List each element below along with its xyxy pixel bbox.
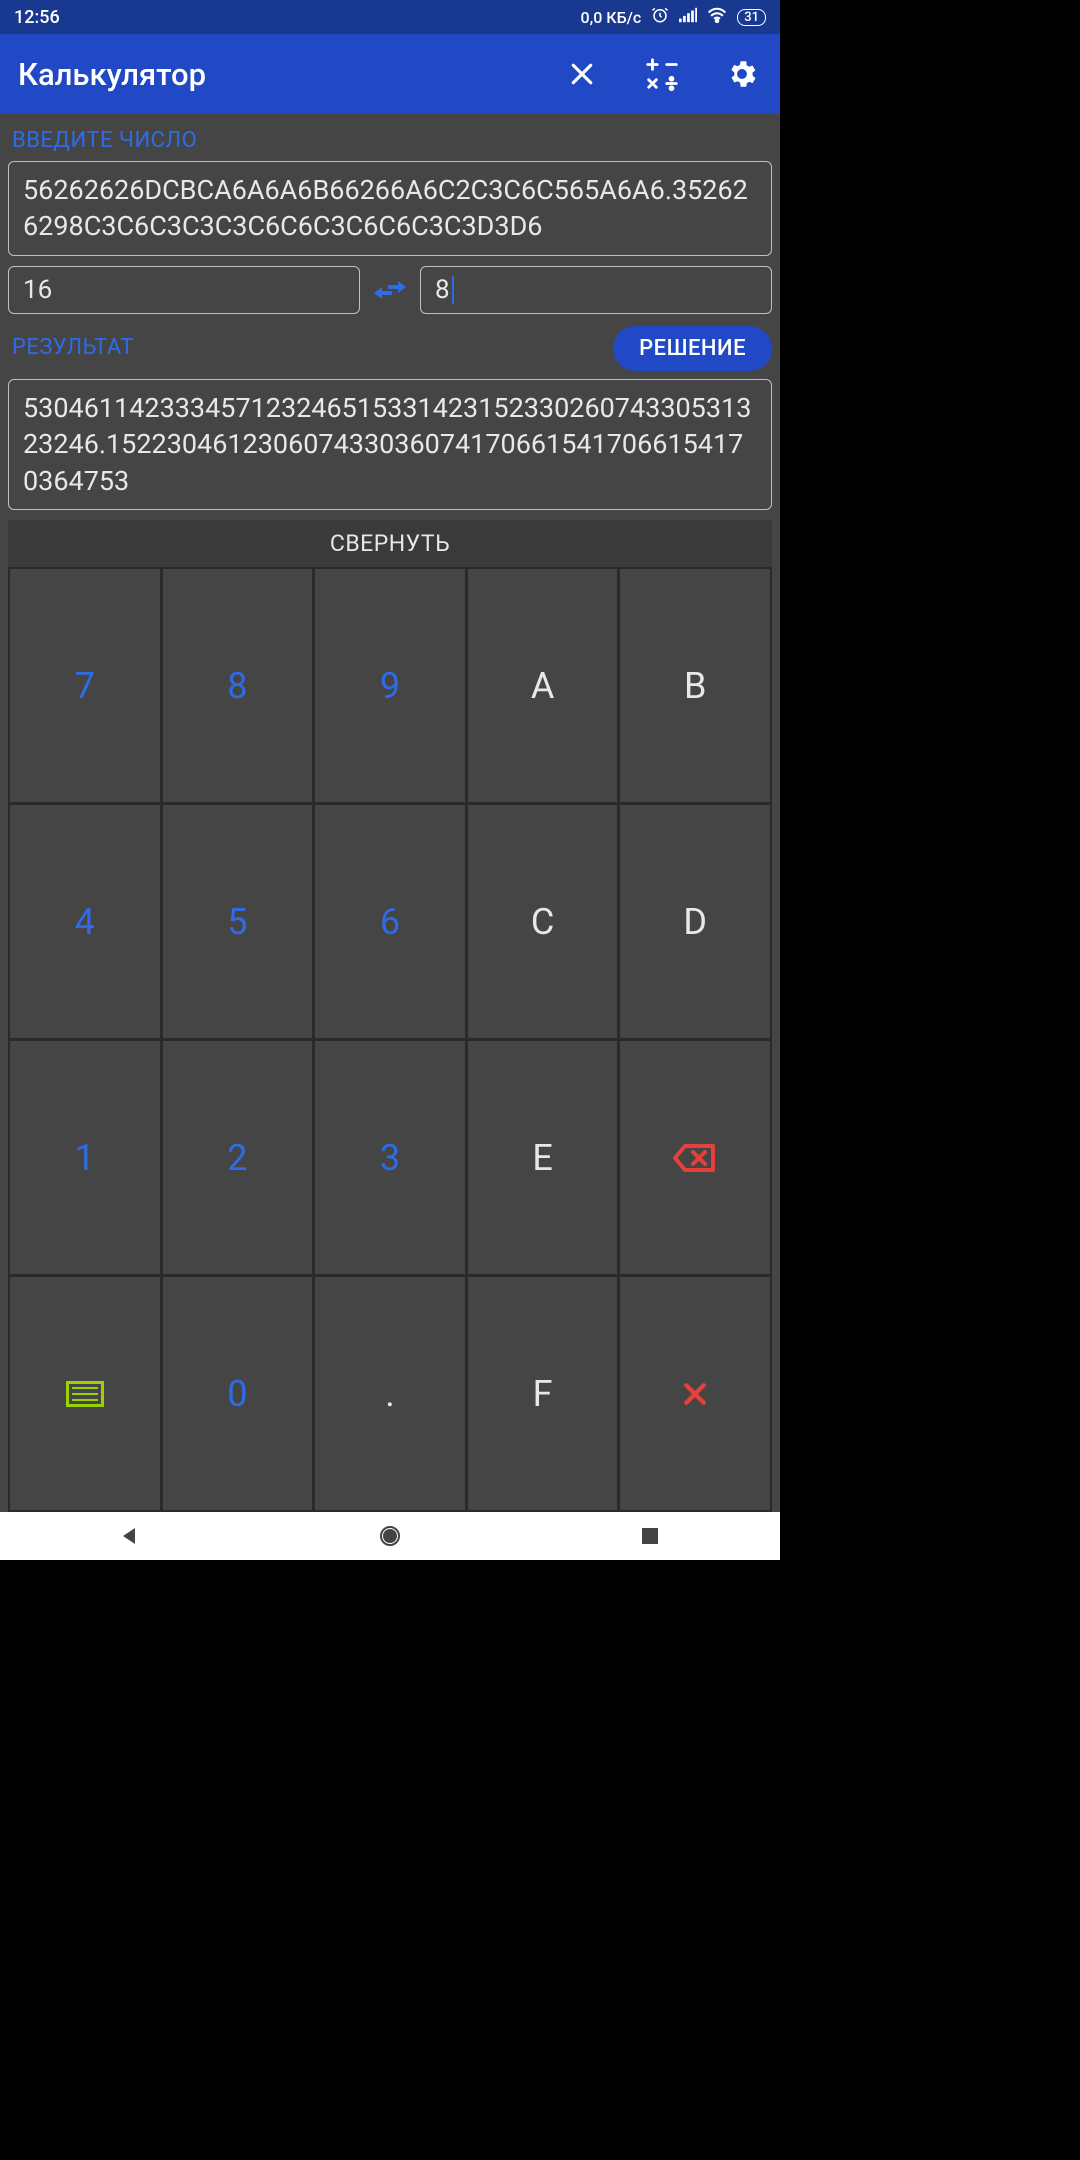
app-bar: Калькулятор [0, 34, 780, 114]
key-f[interactable]: F [468, 1277, 618, 1510]
key-7[interactable]: 7 [10, 569, 160, 802]
swap-icon[interactable] [370, 278, 410, 302]
base-from-value: 16 [23, 275, 52, 305]
number-input[interactable]: 56262626DCBCA6A6A6B66266A6C2C3C6C565A6A6… [8, 161, 772, 256]
base-to-value: 8 [435, 275, 450, 305]
keypad: 7 8 9 A B 4 5 6 C D 1 2 3 E 0 . F [8, 567, 772, 1512]
key-5[interactable]: 5 [163, 805, 313, 1038]
key-6[interactable]: 6 [315, 805, 465, 1038]
status-bar: 12:56 0,0 КБ/с 31 [0, 0, 780, 34]
key-9[interactable]: 9 [315, 569, 465, 802]
nav-recent-icon[interactable] [635, 1521, 665, 1551]
close-icon[interactable] [562, 54, 602, 94]
collapse-button[interactable]: СВЕРНУТЬ [8, 520, 772, 567]
key-3[interactable]: 3 [315, 1041, 465, 1274]
clear-icon[interactable] [620, 1277, 770, 1510]
backspace-icon[interactable] [620, 1041, 770, 1274]
key-8[interactable]: 8 [163, 569, 313, 802]
key-e[interactable]: E [468, 1041, 618, 1274]
solution-button[interactable]: РЕШЕНИЕ [613, 326, 772, 371]
battery-icon: 31 [737, 9, 766, 26]
result-output: 5304611423334571232465153314231523302607… [8, 379, 772, 510]
key-0[interactable]: 0 [163, 1277, 313, 1510]
key-2[interactable]: 2 [163, 1041, 313, 1274]
result-label: РЕЗУЛЬТАТ [12, 335, 599, 360]
key-a[interactable]: A [468, 569, 618, 802]
key-d[interactable]: D [620, 805, 770, 1038]
key-1[interactable]: 1 [10, 1041, 160, 1274]
nav-bar [0, 1512, 780, 1560]
input-label: ВВЕДИТЕ ЧИСЛО [12, 128, 768, 153]
key-b[interactable]: B [620, 569, 770, 802]
gear-icon[interactable] [722, 54, 762, 94]
key-c[interactable]: C [468, 805, 618, 1038]
base-to-input[interactable]: 8 [420, 266, 772, 314]
bases-row: 16 8 [8, 266, 772, 314]
alarm-icon [651, 6, 669, 28]
keyboard-icon[interactable] [10, 1277, 160, 1510]
operators-icon[interactable] [642, 54, 682, 94]
signal-icon [679, 7, 697, 27]
wifi-icon [707, 7, 727, 27]
nav-back-icon[interactable] [115, 1521, 145, 1551]
content: ВВЕДИТЕ ЧИСЛО 56262626DCBCA6A6A6B66266A6… [0, 114, 780, 1512]
base-from-input[interactable]: 16 [8, 266, 360, 314]
nav-home-icon[interactable] [375, 1521, 405, 1551]
status-time: 12:56 [14, 7, 60, 28]
app-title: Калькулятор [18, 56, 562, 93]
status-right: 0,0 КБ/с 31 [581, 6, 766, 28]
key-4[interactable]: 4 [10, 805, 160, 1038]
status-net: 0,0 КБ/с [581, 8, 642, 27]
key-dot[interactable]: . [315, 1277, 465, 1510]
